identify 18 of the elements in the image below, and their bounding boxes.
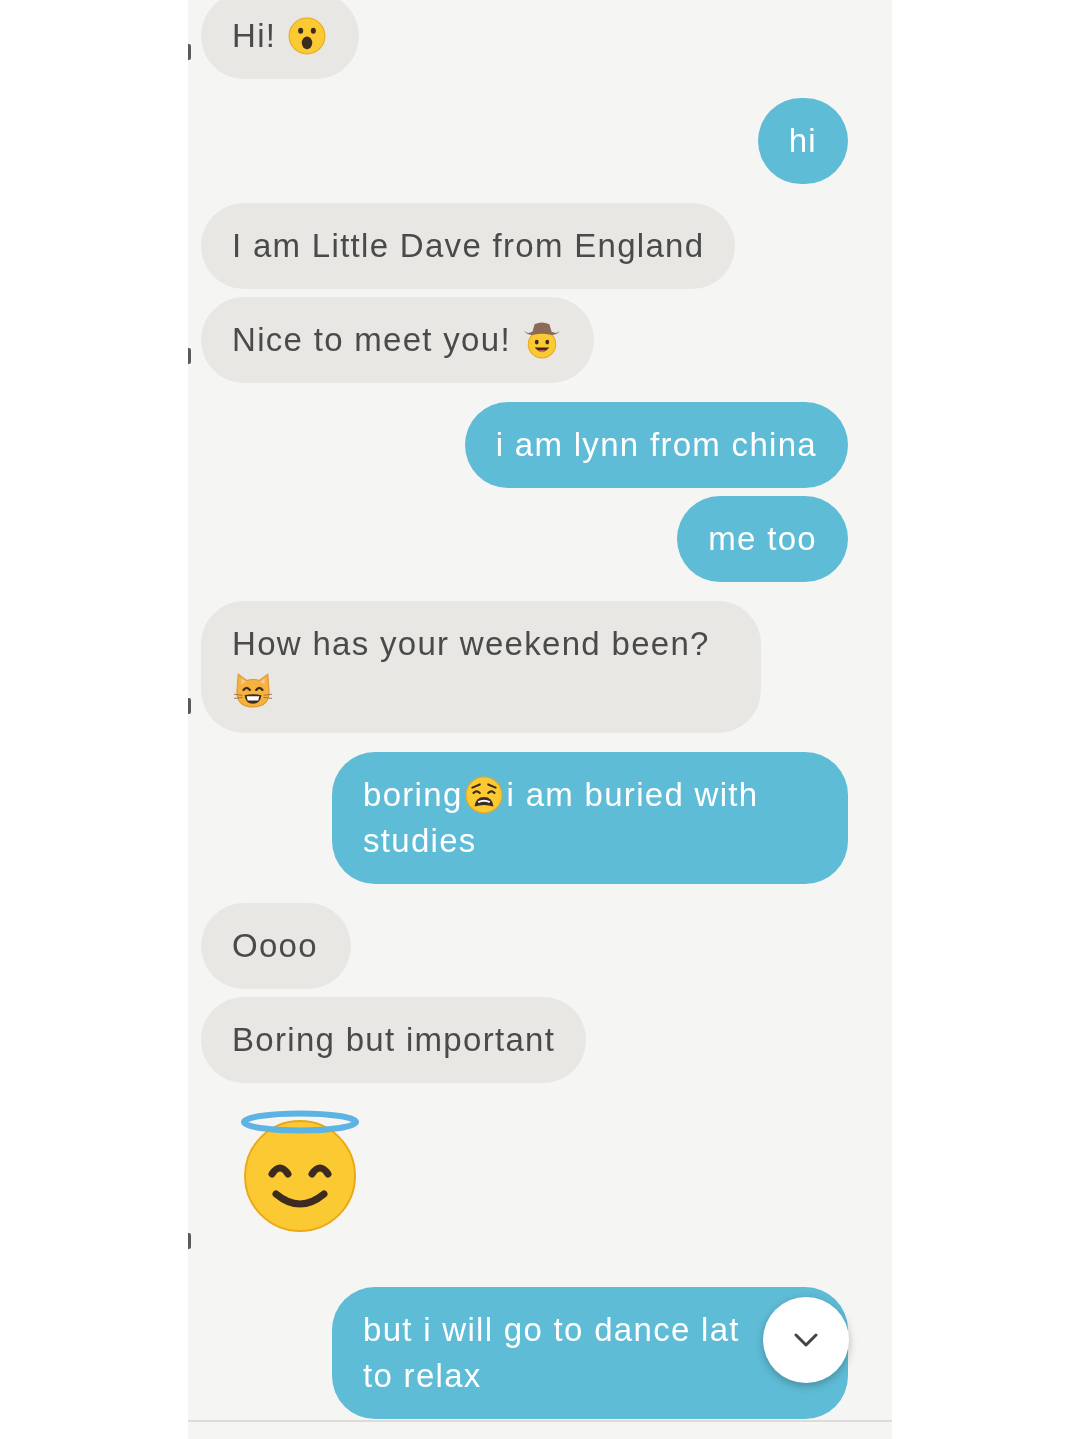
message-text: boring <box>363 775 463 815</box>
message-text: to relax <box>363 1356 482 1396</box>
message-text: studies <box>363 821 477 861</box>
grinning-cat-icon <box>234 671 272 709</box>
message-text: but i will go to dance lat <box>363 1310 740 1350</box>
surprised-face-icon <box>288 17 327 55</box>
chevron-down-icon <box>794 1333 818 1347</box>
message-text: How has your weekend been? <box>232 624 710 664</box>
message-text: me too <box>708 519 817 559</box>
message-text: I am Little Dave from England <box>232 226 705 266</box>
message-text: Hi! <box>232 16 277 56</box>
message-text: Oooo <box>232 926 318 966</box>
weary-face-icon <box>464 776 503 814</box>
message-text: Nice to meet you! <box>232 320 511 360</box>
message-text: Boring but important <box>232 1020 556 1060</box>
message-text: i am buried with <box>506 775 759 815</box>
message-text: i am lynn from china <box>495 425 817 465</box>
message-text: hi <box>788 121 817 161</box>
